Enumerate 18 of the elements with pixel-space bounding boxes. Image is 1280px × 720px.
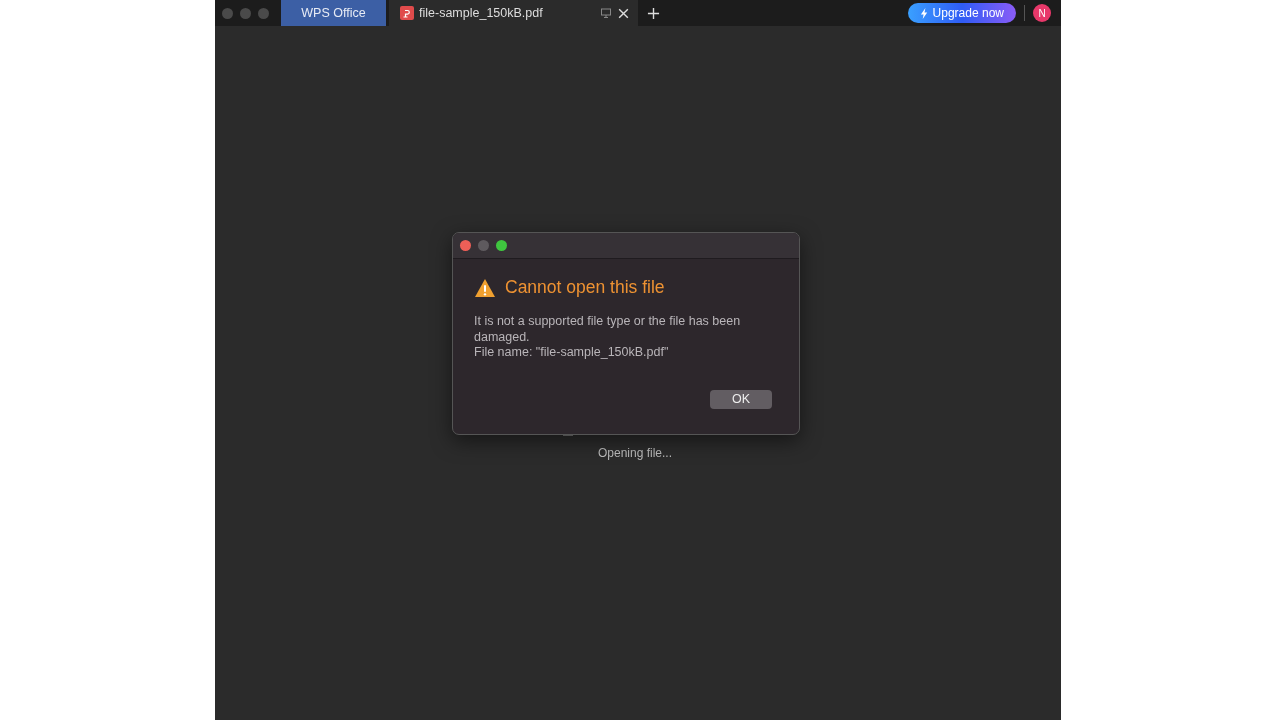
user-avatar[interactable]: N [1033,4,1051,22]
home-tab[interactable]: WPS Office [281,0,386,26]
file-name-text: File name: "file-sample_150kB.pdf" [474,345,670,361]
add-tab-icon[interactable] [647,6,660,20]
close-light[interactable] [460,240,471,251]
warning-icon [474,277,496,298]
lightning-icon [919,7,929,19]
upgrade-button[interactable]: Upgrade now [907,3,1016,23]
monitor-icon[interactable] [600,7,612,19]
close-icon[interactable] [617,6,630,20]
dialog-title: Cannot open this file [505,277,665,298]
zoom-light[interactable] [496,240,507,251]
pdf-file-icon [400,6,414,20]
status-text: Opening file... [597,446,672,460]
ok-button[interactable]: OK [710,389,772,409]
document-tab[interactable]: file-sample_150kB.pdf [389,0,638,26]
dialog-message: It is not a supported file type or the file has been damaged. [474,314,742,345]
tab-label: file-sample_150kB.pdf [419,6,544,20]
